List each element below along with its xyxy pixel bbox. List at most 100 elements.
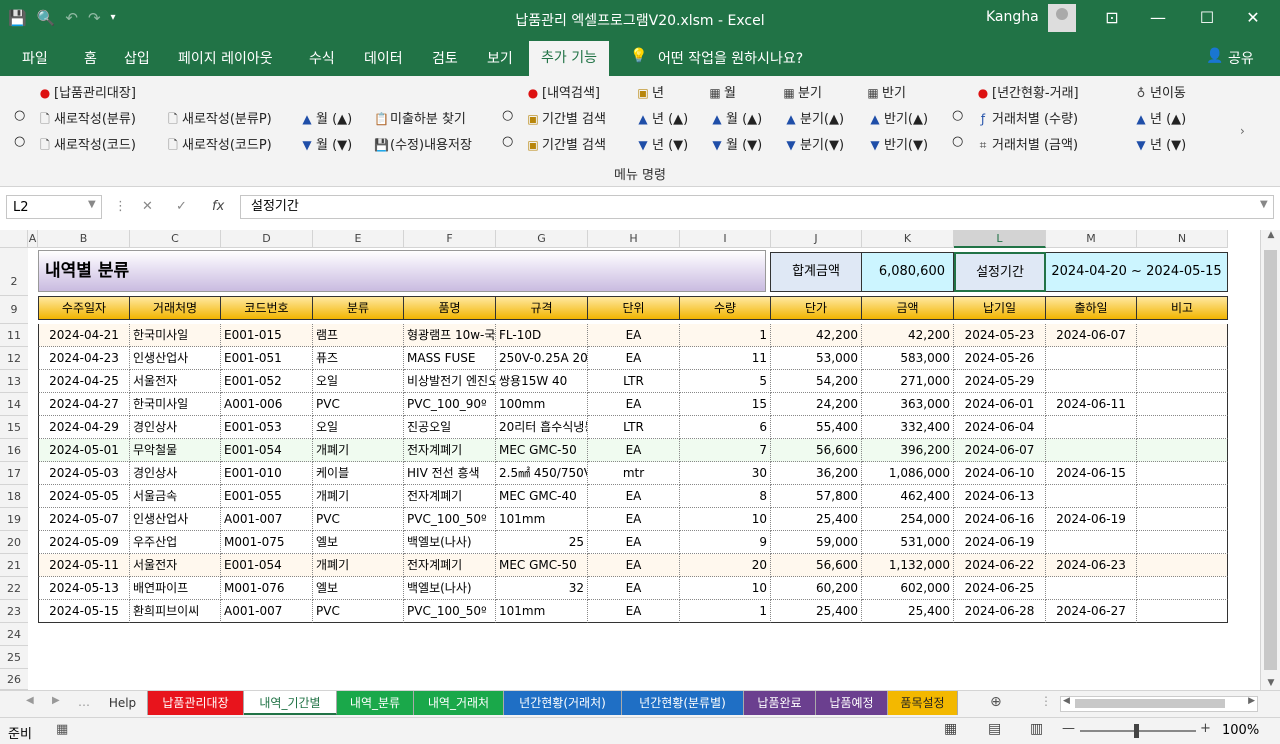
column-header-f[interactable]: F [404, 230, 496, 248]
table-cell[interactable]: EA [588, 508, 680, 531]
column-header-l[interactable]: L [954, 230, 1046, 248]
row-header-22[interactable]: 22 [0, 577, 28, 600]
table-cell[interactable]: M001-076 [221, 577, 313, 600]
period-search-button-2[interactable]: ▣ 기간별 검색 [526, 134, 606, 153]
table-cell[interactable]: PVC_100_50º [404, 600, 496, 623]
avatar[interactable] [1048, 4, 1076, 32]
period-search-button-1[interactable]: ▣ 기간별 검색 [526, 108, 606, 127]
table-cell[interactable]: 2024-06-07 [1046, 324, 1137, 347]
table-cell[interactable]: 2024-05-23 [954, 324, 1046, 347]
quarter-button[interactable]: ▦ 분기 [782, 82, 822, 101]
radio-6[interactable]: ○ [952, 134, 963, 149]
tab-data[interactable]: 데이터 [364, 48, 403, 68]
table-cell[interactable]: EA [588, 439, 680, 462]
sheet-tab-3[interactable]: 내역_기간별 [244, 691, 337, 715]
row-header-18[interactable]: 18 [0, 485, 28, 508]
scroll-right-icon[interactable]: ▶ [1248, 696, 1255, 706]
table-cell[interactable]: 인생산업사 [130, 508, 221, 531]
table-cell[interactable]: 형광램프 10w-국산 [404, 324, 496, 347]
table-cell[interactable]: 2024-06-27 [1046, 600, 1137, 623]
table-cell[interactable] [1137, 577, 1228, 600]
table-cell[interactable]: 2024-04-25 [38, 370, 130, 393]
new-code-button[interactable]: 🗋 새로작성(코드) [38, 134, 136, 157]
table-cell[interactable]: 케이블 [313, 462, 404, 485]
half-up-button[interactable]: ▲ 반기(▲) [868, 108, 928, 127]
row-header-21[interactable]: 21 [0, 554, 28, 577]
table-cell[interactable]: EA [588, 324, 680, 347]
table-cell[interactable]: 53,000 [771, 347, 862, 370]
add-sheet-icon[interactable]: ⊕ [990, 694, 1002, 710]
formula-input[interactable]: 설정기간 [240, 195, 1274, 219]
table-cell[interactable] [1137, 393, 1228, 416]
table-cell[interactable]: PVC_100_90º [404, 393, 496, 416]
table-cell[interactable]: 2024-05-09 [38, 531, 130, 554]
tab-review[interactable]: 검토 [432, 48, 458, 68]
month-up-button[interactable]: ▲ 월 (▲) [300, 108, 352, 127]
table-cell[interactable]: 254,000 [862, 508, 954, 531]
table-cell[interactable]: 8 [680, 485, 771, 508]
table-cell[interactable]: 271,000 [862, 370, 954, 393]
enter-icon[interactable]: ✓ [176, 199, 187, 214]
zoom-level[interactable]: 100% [1222, 723, 1259, 738]
table-cell[interactable]: 개폐기 [313, 439, 404, 462]
table-cell[interactable]: 56,600 [771, 554, 862, 577]
table-cell[interactable]: 비상발전기 엔진오일 [404, 370, 496, 393]
table-cell[interactable]: 2024-06-07 [954, 439, 1046, 462]
table-cell[interactable]: 54,200 [771, 370, 862, 393]
table-cell[interactable]: 20리터 흡수식냉동기 [496, 416, 588, 439]
table-cell[interactable]: 2024-06-22 [954, 554, 1046, 577]
table-cell[interactable]: 583,000 [862, 347, 954, 370]
select-all-corner[interactable] [0, 230, 28, 248]
tab-addins[interactable]: 추가 기능 [529, 41, 609, 76]
table-cell[interactable]: 9 [680, 531, 771, 554]
table-cell[interactable]: 25,400 [771, 600, 862, 623]
minimize-icon[interactable]: — [1143, 8, 1173, 27]
table-cell[interactable]: E001-052 [221, 370, 313, 393]
table-cell[interactable]: 2024-06-11 [1046, 393, 1137, 416]
table-cell[interactable]: 2024-06-25 [954, 577, 1046, 600]
table-cell[interactable] [1046, 416, 1137, 439]
table-cell[interactable]: 오일 [313, 370, 404, 393]
sheet-tab-2[interactable]: 납품관리대장 [148, 691, 244, 715]
table-cell[interactable]: 2024-05-13 [38, 577, 130, 600]
sum-label[interactable]: 합계금액 [770, 252, 862, 292]
table-cell[interactable]: 인생산업사 [130, 347, 221, 370]
table-cell[interactable]: A001-006 [221, 393, 313, 416]
table-cell[interactable]: 백엘보(나사) [404, 531, 496, 554]
prev-sheet-icon[interactable]: ◀ [26, 695, 34, 706]
tab-insert[interactable]: 삽입 [124, 48, 150, 68]
table-cell[interactable]: 32 [496, 577, 588, 600]
table-cell[interactable]: 1 [680, 600, 771, 623]
table-cell[interactable]: 2024-05-15 [38, 600, 130, 623]
table-cell[interactable]: 2024-06-10 [954, 462, 1046, 485]
table-cell[interactable]: 백엘보(나사) [404, 577, 496, 600]
table-cell[interactable]: 10 [680, 577, 771, 600]
table-cell[interactable] [1046, 347, 1137, 370]
sheet-tab-4[interactable]: 내역_분류 [337, 691, 414, 715]
name-box-dropdown-icon[interactable]: ▼ [88, 199, 96, 210]
table-cell[interactable]: 250V-0.25A 20mm [496, 347, 588, 370]
row-header-2[interactable]: 2 [0, 248, 28, 296]
year-down-button-2[interactable]: ▼ 년 (▼) [1134, 134, 1186, 153]
quarter-up-button[interactable]: ▲ 분기(▲) [784, 108, 844, 127]
table-cell[interactable]: 2024-05-26 [954, 347, 1046, 370]
cancel-icon[interactable]: ✕ [142, 199, 153, 214]
table-cell[interactable]: 전자계폐기 [404, 439, 496, 462]
table-cell[interactable]: 25,400 [771, 508, 862, 531]
table-cell[interactable]: E001-010 [221, 462, 313, 485]
by-client-qty-button[interactable]: ƒ 거래처별 (수량) [976, 108, 1078, 127]
table-cell[interactable]: 퓨즈 [313, 347, 404, 370]
table-cell[interactable]: 42,200 [862, 324, 954, 347]
column-title-6[interactable]: 규격 [496, 296, 588, 320]
table-cell[interactable]: 101mm [496, 508, 588, 531]
table-cell[interactable]: EA [588, 485, 680, 508]
table-cell[interactable]: 개폐기 [313, 485, 404, 508]
column-header-j[interactable]: J [771, 230, 862, 248]
expand-formula-icon[interactable]: ▼ [1260, 199, 1268, 210]
table-cell[interactable] [1046, 370, 1137, 393]
table-cell[interactable]: MASS FUSE [404, 347, 496, 370]
table-cell[interactable]: MEC GMC-50 [496, 439, 588, 462]
table-cell[interactable]: 2024-05-03 [38, 462, 130, 485]
table-cell[interactable] [1137, 531, 1228, 554]
table-cell[interactable]: 한국미사일 [130, 324, 221, 347]
